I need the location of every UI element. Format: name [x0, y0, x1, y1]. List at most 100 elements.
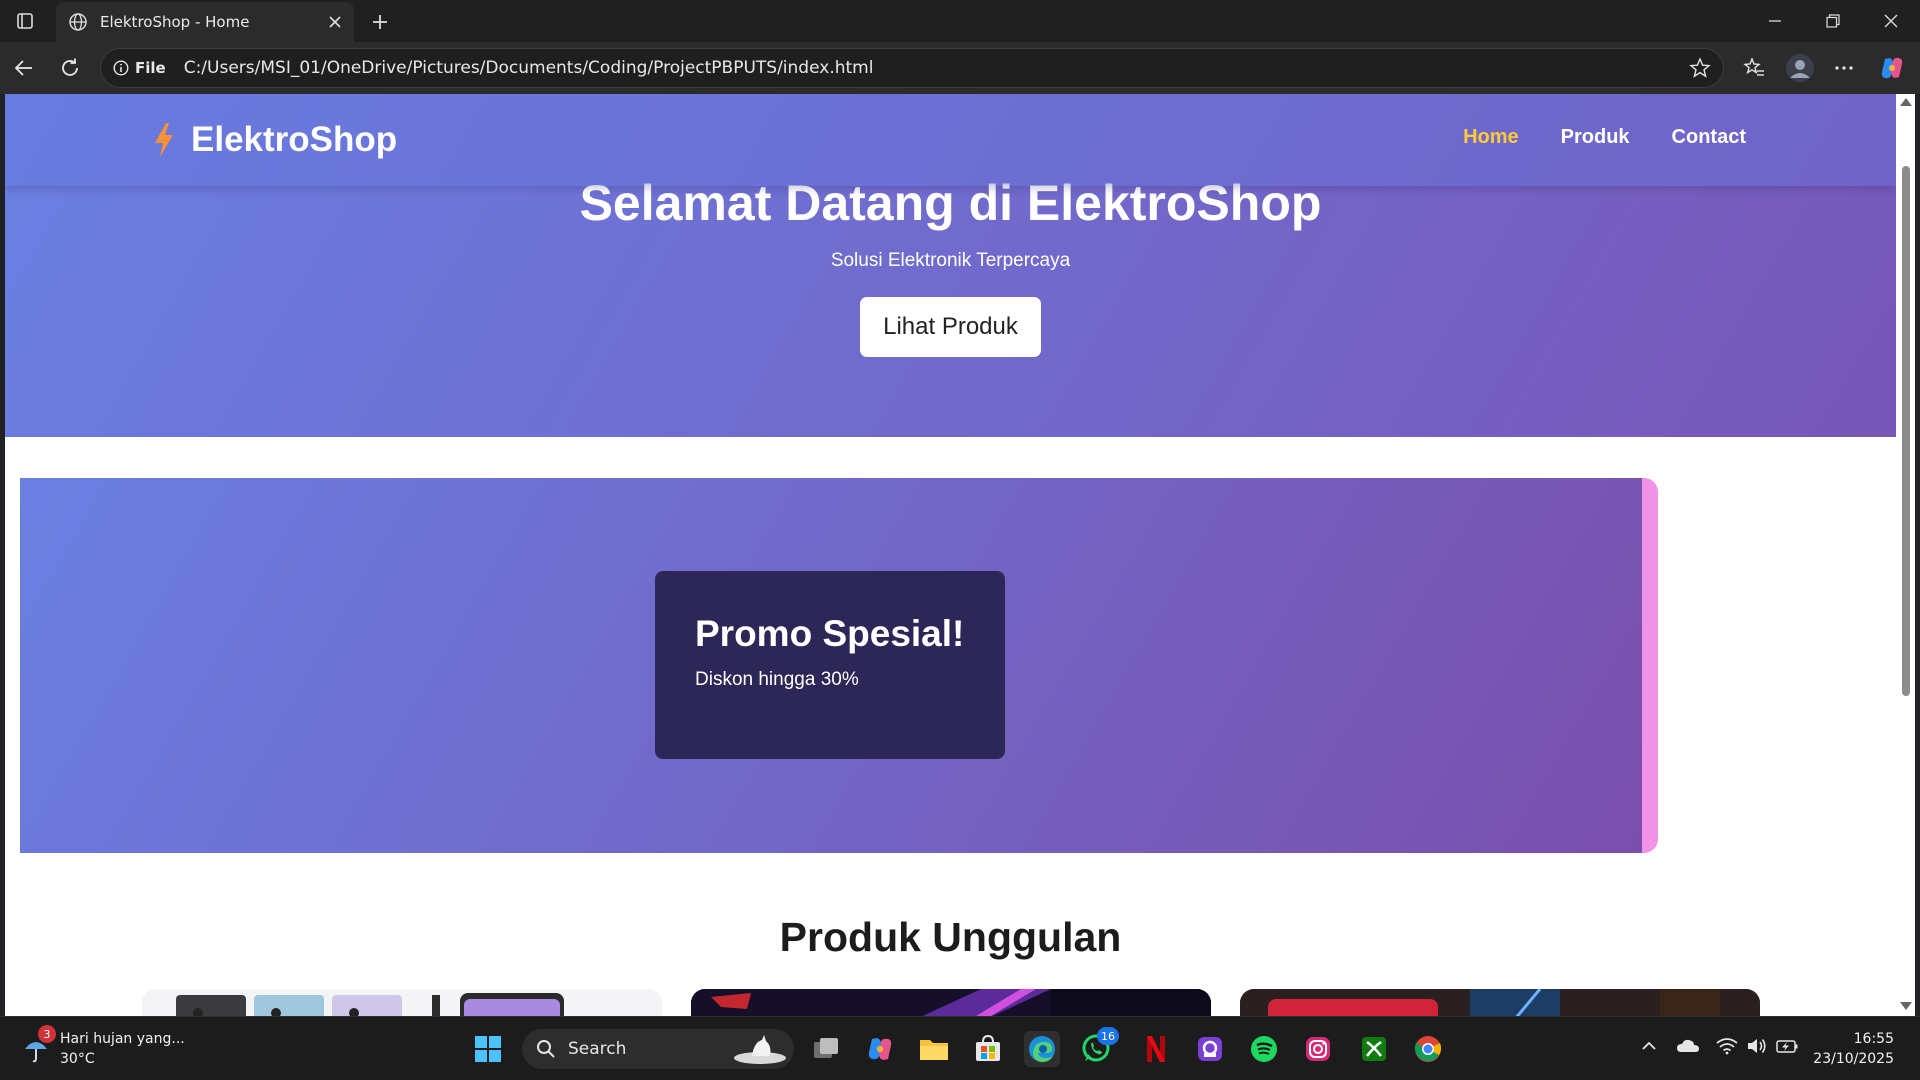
product-image-gaming-laptop	[691, 989, 1211, 1016]
more-options-button[interactable]	[1828, 52, 1860, 84]
tab-actions-icon	[17, 13, 33, 29]
close-icon	[1884, 14, 1898, 28]
file-explorer-button[interactable]	[916, 1031, 952, 1067]
refresh-icon	[62, 58, 78, 76]
file-label: File	[135, 59, 166, 77]
windows-taskbar: 3 Hari hujan yang... 30°C Search 16 16:5…	[0, 1016, 1920, 1080]
copilot-taskbar-icon	[868, 1038, 892, 1060]
nav-produk[interactable]: Produk	[1561, 126, 1630, 149]
chevron-up-icon[interactable]	[1640, 1037, 1658, 1055]
spotify-button[interactable]	[1246, 1031, 1282, 1067]
favorite-star-icon[interactable]	[1689, 57, 1711, 79]
product-card-3[interactable]	[1240, 989, 1760, 1016]
scroll-up-arrow-icon[interactable]	[1900, 98, 1912, 106]
weather-temp: 30°C	[60, 1051, 95, 1067]
netflix-button[interactable]	[1138, 1031, 1174, 1067]
weather-text: Hari hujan yang...	[60, 1031, 185, 1047]
browser-tab-active[interactable]: ElektroShop - Home	[56, 2, 354, 42]
nav-contact[interactable]: Contact	[1672, 126, 1746, 149]
chrome-icon	[1414, 1036, 1442, 1062]
promo-banner: Promo Spesial! Diskon hingga 30%	[20, 478, 1658, 853]
scroll-down-arrow-icon[interactable]	[1900, 1002, 1912, 1010]
clock-time: 16:55	[1853, 1031, 1894, 1047]
product-card-1[interactable]	[142, 989, 662, 1016]
copilot-taskbar-button[interactable]	[862, 1031, 898, 1067]
windows-logo-icon	[475, 1036, 501, 1062]
microsoft-store-button[interactable]	[970, 1031, 1006, 1067]
lightning-icon	[155, 123, 173, 157]
search-highlight-cat-icon	[734, 1035, 786, 1064]
scrollbar-thumb[interactable]	[1902, 166, 1910, 696]
onedrive-cloud-icon[interactable]	[1676, 1037, 1700, 1055]
page-scrollbar[interactable]	[1896, 94, 1915, 1016]
whatsapp-badge: 16	[1097, 1027, 1119, 1045]
close-window-button[interactable]	[1862, 0, 1920, 42]
url-text[interactable]: C:/Users/MSI_01/OneDrive/Pictures/Docume…	[184, 58, 1689, 78]
tab-actions-button[interactable]	[0, 0, 50, 42]
more-dots-icon	[1835, 66, 1853, 70]
profile-button[interactable]	[1784, 52, 1816, 84]
search-label: Search	[568, 1039, 627, 1059]
minimize-icon	[1769, 20, 1781, 22]
copilot-button[interactable]	[1876, 52, 1908, 84]
store-bag-icon	[976, 1035, 1000, 1061]
address-bar[interactable]: File C:/Users/MSI_01/OneDrive/Pictures/D…	[100, 48, 1724, 88]
refresh-button[interactable]	[54, 52, 86, 84]
xbox-icon	[1362, 1037, 1386, 1061]
page-viewport: Selamat Datang di ElektroShop Solusi Ele…	[5, 94, 1896, 1016]
site-logo[interactable]: ElektroShop	[151, 120, 397, 160]
media-app-button[interactable]	[1192, 1031, 1228, 1067]
browser-toolbar: File C:/Users/MSI_01/OneDrive/Pictures/D…	[0, 42, 1920, 94]
system-clock[interactable]: 16:55 23/10/2025	[1813, 1029, 1894, 1069]
minimize-button[interactable]	[1746, 0, 1804, 42]
profile-avatar	[1786, 54, 1814, 82]
brand-name: ElektroShop	[191, 120, 398, 159]
task-view-icon	[814, 1038, 838, 1058]
taskbar-search[interactable]: Search	[522, 1029, 794, 1069]
wifi-icon[interactable]	[1716, 1037, 1738, 1055]
product-card-2[interactable]	[691, 989, 1211, 1016]
nav-home[interactable]: Home	[1463, 126, 1519, 149]
promo-card[interactable]: Promo Spesial! Diskon hingga 30%	[655, 571, 1005, 759]
media-app-icon	[1198, 1037, 1222, 1061]
spotify-icon	[1251, 1036, 1277, 1062]
close-tab-icon[interactable]	[328, 15, 342, 29]
promo-title: Promo Spesial!	[695, 613, 965, 654]
copilot-icon	[1881, 57, 1903, 79]
edge-icon	[1029, 1036, 1055, 1063]
folder-icon	[920, 1040, 948, 1060]
favorites-button[interactable]	[1738, 52, 1770, 84]
browser-titlebar: ElektroShop - Home	[0, 0, 1920, 42]
site-info-button[interactable]: File	[113, 59, 166, 77]
lihat-produk-button[interactable]: Lihat Produk	[860, 297, 1041, 357]
task-view-button[interactable]	[808, 1031, 844, 1067]
restore-button[interactable]	[1804, 0, 1862, 42]
globe-icon	[69, 13, 87, 31]
favorites-list-icon	[1743, 57, 1764, 76]
back-arrow-icon	[14, 60, 32, 76]
edge-taskbar-button[interactable]	[1024, 1031, 1060, 1067]
hero-subtitle: Solusi Elektronik Terpercaya	[830, 250, 1071, 271]
instagram-button[interactable]	[1300, 1031, 1336, 1067]
back-button[interactable]	[8, 52, 40, 84]
info-icon	[113, 60, 129, 76]
promo-text: Diskon hingga 30%	[695, 669, 859, 690]
restore-icon	[1826, 14, 1840, 28]
site-navbar: ElektroShop Home Produk Contact	[5, 94, 1896, 186]
clock-date: 23/10/2025	[1813, 1051, 1894, 1067]
tab-title: ElektroShop - Home	[100, 13, 250, 31]
product-image-phones	[176, 993, 564, 1016]
instagram-icon	[1306, 1037, 1330, 1061]
volume-icon[interactable]	[1746, 1037, 1768, 1055]
new-tab-button[interactable]	[366, 8, 394, 36]
search-icon	[537, 1040, 555, 1058]
weather-badge: 3	[38, 1025, 56, 1043]
xbox-button[interactable]	[1356, 1031, 1392, 1067]
chrome-button[interactable]	[1410, 1031, 1446, 1067]
product-image-microphone	[1240, 989, 1760, 1016]
weather-widget[interactable]: 3 Hari hujan yang... 30°C	[22, 1025, 185, 1069]
battery-icon[interactable]	[1776, 1037, 1800, 1055]
netflix-icon	[1147, 1036, 1165, 1062]
produk-unggulan-title: Produk Unggulan	[779, 914, 1122, 960]
start-button[interactable]	[470, 1031, 506, 1067]
